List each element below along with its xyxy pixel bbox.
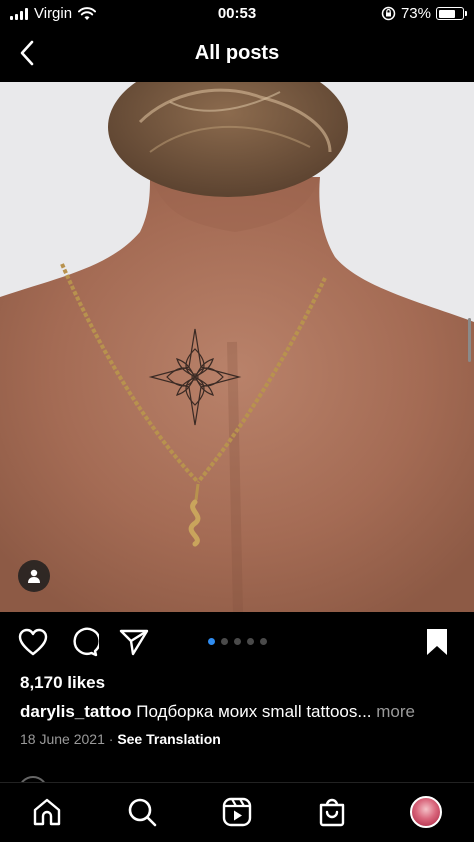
carousel-dot [247,638,254,645]
nav-header: All posts [0,28,474,80]
post-meta: 18 June 2021 · See Translation [20,731,221,747]
battery-percent: 73% [400,5,431,22]
meta-separator: · [108,731,114,747]
comment-button[interactable] [68,626,100,658]
send-icon [119,629,149,656]
likes-count[interactable]: 8,170 likes [20,673,105,693]
carousel-dot [234,638,241,645]
tab-home[interactable] [30,795,64,829]
battery-icon [436,7,467,20]
search-icon [128,798,157,827]
caption-username[interactable]: darylis_tattoo [20,702,131,721]
person-icon [28,569,40,583]
tab-shop[interactable] [315,795,349,829]
reels-icon [222,797,252,827]
comment-icon [73,627,99,657]
tab-profile[interactable] [409,795,443,829]
tagged-users-button[interactable] [18,560,50,592]
orientation-lock-icon [381,6,396,21]
battery-fill [438,9,456,18]
carousel-dot [221,638,228,645]
like-button[interactable] [17,626,49,658]
shop-icon [319,798,345,827]
carousel-dot [208,638,215,645]
bottom-tab-bar [0,782,474,842]
tab-search[interactable] [125,795,159,829]
post-image[interactable] [0,82,474,612]
carousel-indicator [208,638,267,645]
more-link[interactable]: more [376,702,415,721]
tab-reels[interactable] [220,795,254,829]
status-bar: Virgin 00:53 73% [0,0,474,28]
post-date: 18 June 2021 [20,731,105,747]
post-actions [0,622,474,662]
caption-text: Подборка моих small tattoos... [136,702,372,721]
scroll-indicator[interactable] [468,318,471,362]
carousel-dot [260,638,267,645]
save-button[interactable] [421,626,453,658]
heart-icon [18,628,48,656]
share-button[interactable] [118,626,150,658]
see-translation-link[interactable]: See Translation [117,731,220,747]
profile-avatar [410,796,442,828]
page-title: All posts [194,42,280,64]
bookmark-icon [427,629,447,655]
home-icon [33,798,61,826]
post-caption: darylis_tattoo Подборка моих small tatto… [20,702,415,722]
status-right: 73% [381,5,467,22]
tattoo-photo-illustration [0,82,474,612]
